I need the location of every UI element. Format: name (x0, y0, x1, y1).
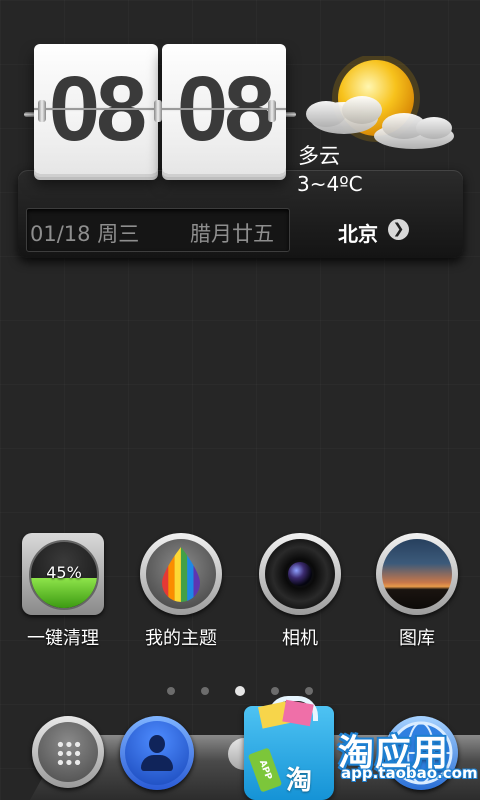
clock-hours-card[interactable]: 08 (34, 44, 158, 174)
icon-face (146, 539, 216, 609)
cleaner-gauge: 45% (29, 540, 99, 610)
contacts-button[interactable] (120, 716, 194, 790)
phone-dialer-button[interactable]: ••• ••• ••• (32, 716, 104, 788)
city-selector[interactable]: 北京 (338, 218, 378, 247)
camera-lens-icon (258, 532, 342, 616)
page-dot[interactable] (235, 685, 245, 696)
page-dot[interactable] (201, 686, 209, 695)
memory-cleaner-icon: 45% (21, 532, 105, 616)
gallery-landscape-icon (375, 532, 459, 616)
weather-condition: 多云 (298, 144, 340, 168)
cleaner-percent: 45% (46, 563, 82, 582)
rainbow-drop-icon (162, 547, 200, 602)
watermark-url: app.taobao.com (341, 764, 478, 782)
icon-ring (376, 533, 458, 615)
app-my-themes[interactable]: 我的主题 (121, 532, 241, 650)
cleaner-fill (31, 578, 97, 608)
icon-ring (259, 533, 341, 615)
page-indicator[interactable] (0, 680, 480, 699)
app-label: 图库 (399, 628, 435, 649)
gregorian-date: 01/18 周三 (30, 222, 140, 246)
chevron-right-circle-icon[interactable]: ❯ (388, 219, 409, 240)
lens-glass (288, 562, 312, 586)
theme-drop-icon (139, 532, 223, 616)
flip-hinge (154, 100, 162, 122)
icon-face (265, 539, 335, 609)
flip-hinge (38, 100, 46, 122)
app-memory-cleaner[interactable]: 45% 一键清理 (3, 532, 123, 650)
app-camera[interactable]: 相机 (240, 532, 360, 650)
icon-ring (140, 533, 222, 615)
bag-tag: APP (247, 747, 283, 793)
app-label: 一键清理 (27, 628, 99, 649)
app-gallery[interactable]: 图库 (357, 532, 477, 650)
page-dot[interactable] (305, 686, 313, 695)
taobao-bag-logo: APP 淘 (244, 696, 334, 800)
person-icon (125, 721, 189, 785)
app-label: 我的主题 (145, 628, 217, 649)
keypad-icon: ••• ••• ••• (38, 722, 98, 782)
clock-weather-widget[interactable]: 08 08 多云 3~4ºC 01/18 周三 腊月廿五 北京 ❯ (0, 0, 480, 270)
bag-char: 淘 (286, 766, 313, 796)
icon-face (382, 539, 452, 609)
page-dot[interactable] (167, 686, 175, 695)
weather-temperature: 3~4ºC (297, 172, 363, 196)
app-label: 相机 (282, 628, 318, 649)
flip-hinge (268, 100, 276, 122)
flip-seam (34, 108, 158, 110)
lunar-date: 腊月廿五 (190, 222, 274, 246)
page-dot[interactable] (271, 686, 279, 695)
